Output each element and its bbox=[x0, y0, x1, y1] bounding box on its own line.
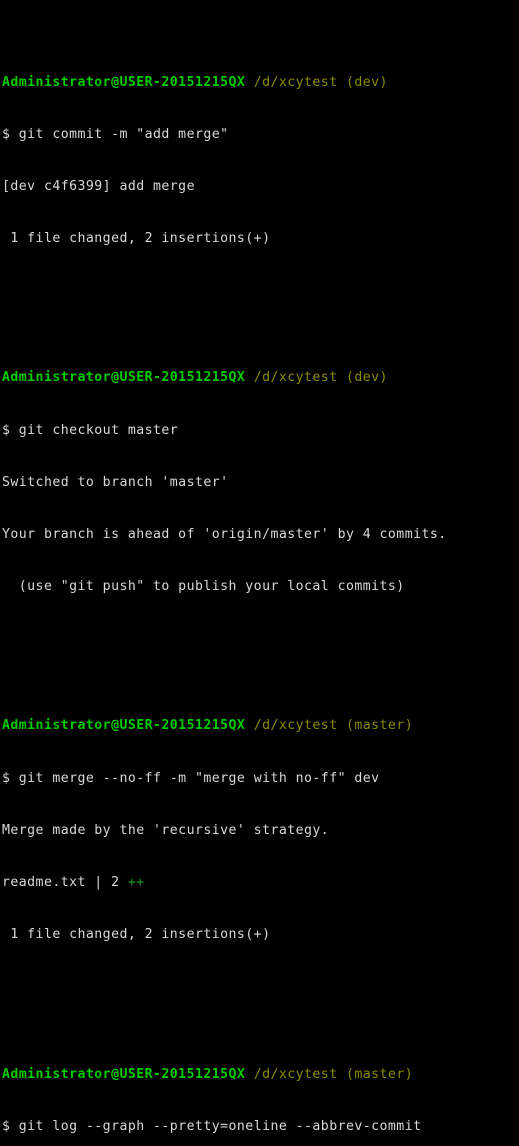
command-text: git merge --no-ff -m "merge with no-ff" … bbox=[18, 770, 380, 786]
terminal-window[interactable]: Administrator@USER-20151215QX /d/xcytest… bbox=[0, 0, 519, 1134]
command-text: git checkout master bbox=[18, 422, 179, 438]
diff-stat-separator: | bbox=[85, 875, 112, 891]
prompt-user-host: Administrator@USER-20151215QX bbox=[2, 370, 246, 386]
prompt-branch: (dev) bbox=[345, 74, 388, 90]
command-line: $ git checkout master bbox=[2, 422, 519, 439]
diff-stat-count: 2 bbox=[111, 875, 120, 891]
prompt-line: Administrator@USER-20151215QX /d/xcytest… bbox=[2, 369, 519, 386]
prompt-line: Administrator@USER-20151215QX /d/xcytest… bbox=[2, 717, 519, 734]
output-line: Merge made by the 'recursive' strategy. bbox=[2, 822, 330, 838]
prompt-path: /d/xcytest bbox=[253, 718, 338, 734]
diff-stat-line: readme.txt | 2 ++ bbox=[2, 874, 519, 891]
prompt-sigil: $ bbox=[2, 126, 11, 142]
prompt-sigil: $ bbox=[2, 1118, 11, 1134]
prompt-branch: (master) bbox=[345, 1066, 414, 1082]
prompt-line: Administrator@USER-20151215QX /d/xcytest… bbox=[2, 74, 519, 91]
output-line: (use "git push" to publish your local co… bbox=[2, 579, 405, 595]
command-line: $ git merge --no-ff -m "merge with no-ff… bbox=[2, 770, 519, 787]
output-line: [dev c4f6399] add merge bbox=[2, 179, 195, 195]
prompt-path: /d/xcytest bbox=[253, 74, 338, 90]
prompt-sigil: $ bbox=[2, 422, 11, 438]
prompt-user-host: Administrator@USER-20151215QX bbox=[2, 74, 246, 90]
diff-stat-file: readme.txt bbox=[2, 875, 86, 891]
diff-stat-plus: ++ bbox=[127, 875, 145, 891]
command-line: $ git log --graph --pretty=oneline --abb… bbox=[2, 1118, 519, 1135]
command-text: git log --graph --pretty=oneline --abbre… bbox=[18, 1118, 422, 1134]
prompt-path: /d/xcytest bbox=[253, 370, 338, 386]
prompt-user-host: Administrator@USER-20151215QX bbox=[2, 718, 246, 734]
command-line: $ git commit -m "add merge" bbox=[2, 126, 519, 143]
prompt-branch: (master) bbox=[345, 718, 414, 734]
prompt-branch: (dev) bbox=[345, 370, 388, 386]
output-line: Your branch is ahead of 'origin/master' … bbox=[2, 527, 447, 543]
output-line: 1 file changed, 2 insertions(+) bbox=[2, 927, 271, 943]
output-line: Switched to branch 'master' bbox=[2, 474, 229, 490]
output-line: 1 file changed, 2 insertions(+) bbox=[2, 231, 271, 247]
prompt-user-host: Administrator@USER-20151215QX bbox=[2, 1066, 246, 1082]
command-text: git commit -m "add merge" bbox=[18, 126, 229, 142]
prompt-line: Administrator@USER-20151215QX /d/xcytest… bbox=[2, 1066, 519, 1083]
prompt-sigil: $ bbox=[2, 770, 11, 786]
prompt-path: /d/xcytest bbox=[253, 1066, 338, 1082]
